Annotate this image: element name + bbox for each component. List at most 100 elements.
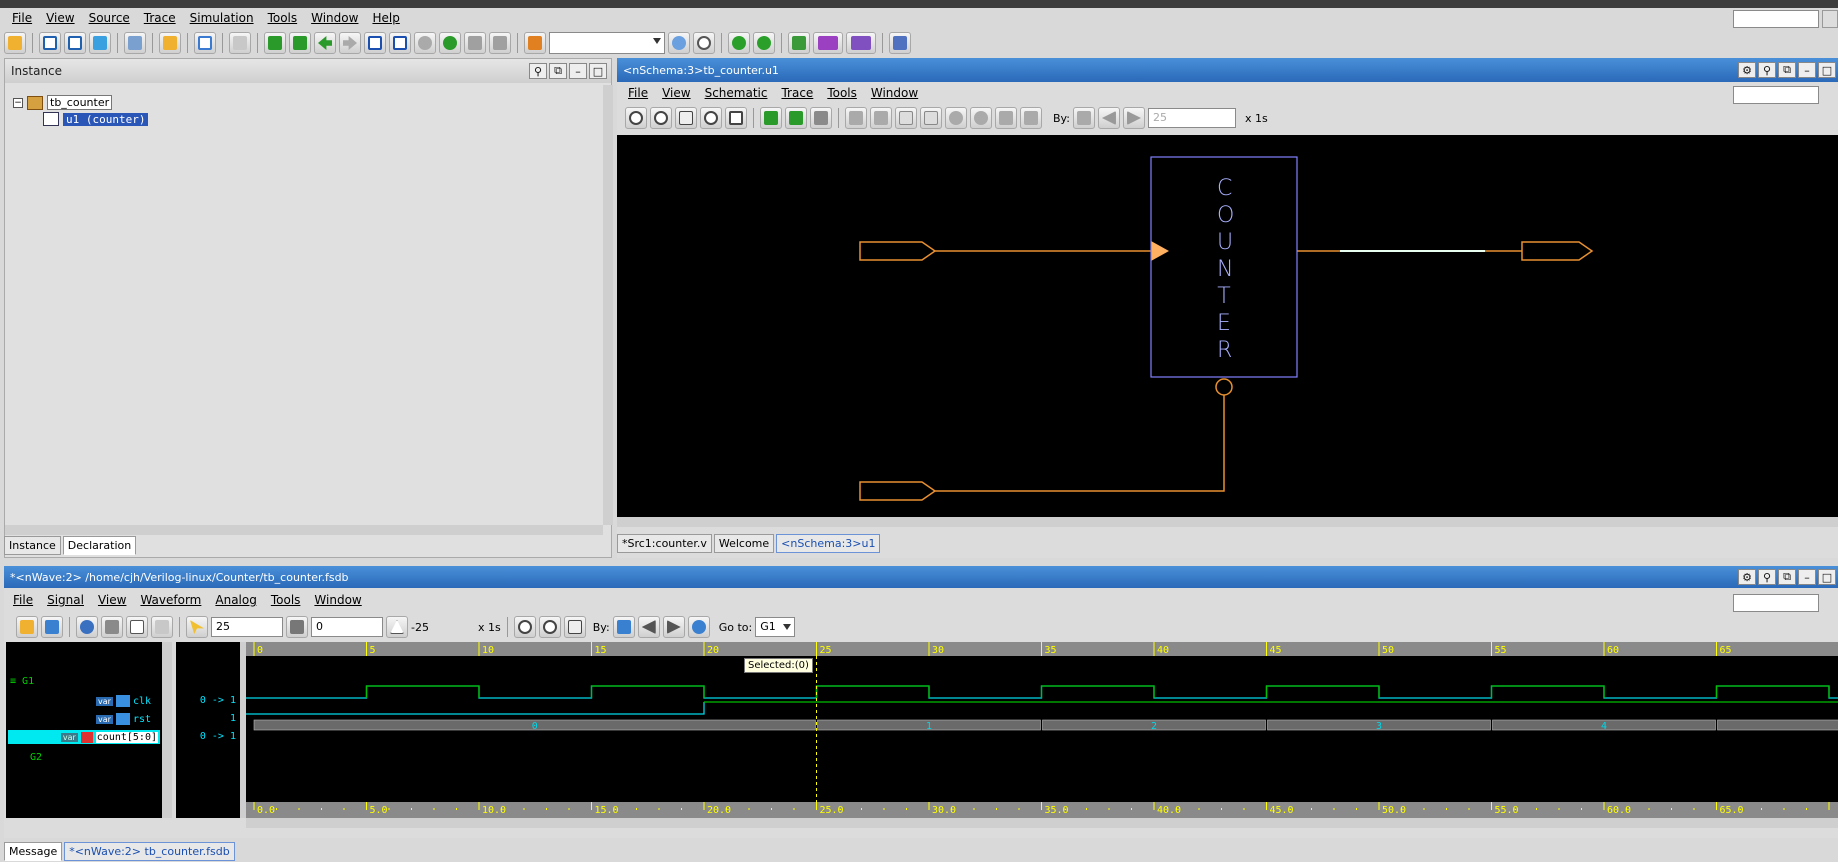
by-selector-icon[interactable] (1072, 107, 1095, 129)
tab-declaration[interactable]: Declaration (62, 536, 137, 555)
bookmark-icon[interactable] (524, 32, 546, 54)
top-search-input[interactable] (1733, 10, 1819, 28)
wave-menu-window[interactable]: Window (307, 591, 368, 609)
wave-menu-view[interactable]: View (91, 591, 133, 609)
next-icon[interactable] (662, 616, 685, 638)
gear-icon[interactable]: ⚙ (1738, 62, 1756, 78)
open-folder-icon[interactable] (4, 32, 26, 54)
zoom-100-icon[interactable] (675, 107, 697, 129)
driver-d-icon[interactable] (895, 107, 917, 129)
down-arrow-icon[interactable] (970, 107, 992, 129)
paste-icon[interactable] (229, 32, 251, 54)
schematic-icon[interactable] (64, 32, 86, 54)
cursor-icon[interactable] (186, 616, 208, 638)
source-icon[interactable] (39, 32, 61, 54)
undo-icon[interactable] (76, 616, 98, 638)
delta-icon[interactable] (386, 616, 408, 638)
zoom-out-icon[interactable] (513, 616, 536, 638)
zoom-in-icon[interactable] (650, 107, 672, 129)
analog-icon[interactable] (889, 32, 911, 54)
up-arrow-icon[interactable] (414, 32, 436, 54)
trace-load-icon[interactable] (264, 32, 286, 54)
folder-icon[interactable] (159, 32, 181, 54)
trace-clear-icon[interactable] (810, 107, 832, 129)
schema-menu-view[interactable]: View (655, 84, 697, 102)
toolbar-search-combo[interactable] (549, 32, 665, 54)
float-icon[interactable]: ⧉ (1778, 569, 1796, 585)
zoom-fit-icon[interactable] (700, 107, 722, 129)
schema-by-value-input[interactable]: 25 (1147, 108, 1236, 128)
schema-menu-trace[interactable]: Trace (774, 84, 820, 102)
load-l-icon[interactable] (389, 32, 411, 54)
edit-icon[interactable] (194, 32, 216, 54)
load-l-icon[interactable] (920, 107, 942, 129)
tab-welcome[interactable]: Welcome (713, 534, 775, 553)
marker-icon[interactable] (286, 616, 308, 638)
hierarchy-icon[interactable] (89, 32, 111, 54)
pin-icon[interactable]: ⚲ (529, 63, 547, 79)
pin-icon[interactable]: ⚲ (1758, 569, 1776, 585)
zoom-100-icon[interactable] (563, 616, 586, 638)
menu-simulation[interactable]: Simulation (183, 9, 261, 27)
schema-hscrollbar[interactable] (617, 517, 1838, 527)
schematic-canvas[interactable]: COUNTER (617, 135, 1838, 517)
instance-hscrollbar[interactable] (5, 525, 603, 535)
maximize-icon[interactable]: □ (589, 63, 607, 79)
menu-help[interactable]: Help (365, 9, 406, 27)
tab-instance[interactable]: Instance (4, 536, 61, 555)
maximize-icon[interactable]: □ (1818, 569, 1836, 585)
tree-collapse-icon[interactable] (1020, 107, 1042, 129)
next-icon[interactable] (1122, 107, 1145, 129)
find-icon[interactable] (668, 32, 690, 54)
wave-hscrollbar[interactable] (246, 818, 1838, 828)
menu-tools[interactable]: Tools (261, 9, 305, 27)
signal-row-count[interactable]: var count[5:0] (8, 730, 160, 744)
input-port-rst[interactable] (859, 481, 937, 501)
tree-collapse-toggle-icon[interactable]: − (13, 97, 23, 108)
gear-icon[interactable]: ⚙ (1738, 569, 1756, 585)
instance-vscrollbar[interactable] (603, 85, 613, 525)
signal-icon[interactable] (41, 616, 63, 638)
trace-load-icon[interactable] (760, 107, 782, 129)
goto-select[interactable]: G1 (755, 617, 796, 637)
group-g2[interactable]: G2 (30, 752, 42, 763)
forward-arrow-icon[interactable] (339, 32, 361, 54)
tree-item-u1[interactable]: u1 (counter) (43, 112, 149, 126)
schema-menu-tools[interactable]: Tools (820, 84, 864, 102)
cursor-time-input[interactable]: 25 (211, 617, 283, 637)
schema-search-input[interactable] (1733, 86, 1819, 104)
zoom-in-icon[interactable] (538, 616, 561, 638)
forward-arrow-icon[interactable] (870, 107, 892, 129)
menu-view[interactable]: View (39, 9, 81, 27)
uvm-icon[interactable] (813, 32, 843, 54)
float-icon[interactable]: ⧉ (1778, 62, 1796, 78)
zoom-area-icon[interactable] (725, 107, 747, 129)
input-port-clk[interactable] (859, 241, 937, 261)
back-arrow-icon[interactable] (845, 107, 867, 129)
by-selector-icon[interactable] (612, 616, 635, 638)
tool-menu-icon[interactable] (846, 32, 876, 54)
wave-search-input[interactable] (1733, 594, 1819, 612)
wave-menu-tools[interactable]: Tools (264, 591, 308, 609)
wave-menu-analog[interactable]: Analog (208, 591, 263, 609)
menu-source[interactable]: Source (82, 9, 137, 27)
back-arrow-icon[interactable] (314, 32, 336, 54)
output-port-count[interactable] (1521, 241, 1594, 261)
prev-icon[interactable] (637, 616, 660, 638)
prev-icon[interactable] (1097, 107, 1120, 129)
minimize-icon[interactable]: – (1798, 62, 1816, 78)
trace-driver-icon[interactable] (289, 32, 311, 54)
maximize-icon[interactable]: □ (1818, 62, 1836, 78)
paste-icon[interactable] (151, 616, 173, 638)
driver-d-icon[interactable] (364, 32, 386, 54)
menu-window[interactable]: Window (304, 9, 365, 27)
menu-trace[interactable]: Trace (137, 9, 183, 27)
menu-file[interactable]: File (5, 9, 39, 27)
tree-collapse-icon[interactable] (489, 32, 511, 54)
tab-message[interactable]: Message (4, 842, 63, 861)
schema-menu-window[interactable]: Window (864, 84, 925, 102)
window-icon[interactable] (124, 32, 146, 54)
trace-driver-icon[interactable] (785, 107, 807, 129)
top-search-icon[interactable] (1822, 10, 1838, 28)
tab-nschema-u1[interactable]: <nSchema:3>u1 (776, 534, 881, 553)
